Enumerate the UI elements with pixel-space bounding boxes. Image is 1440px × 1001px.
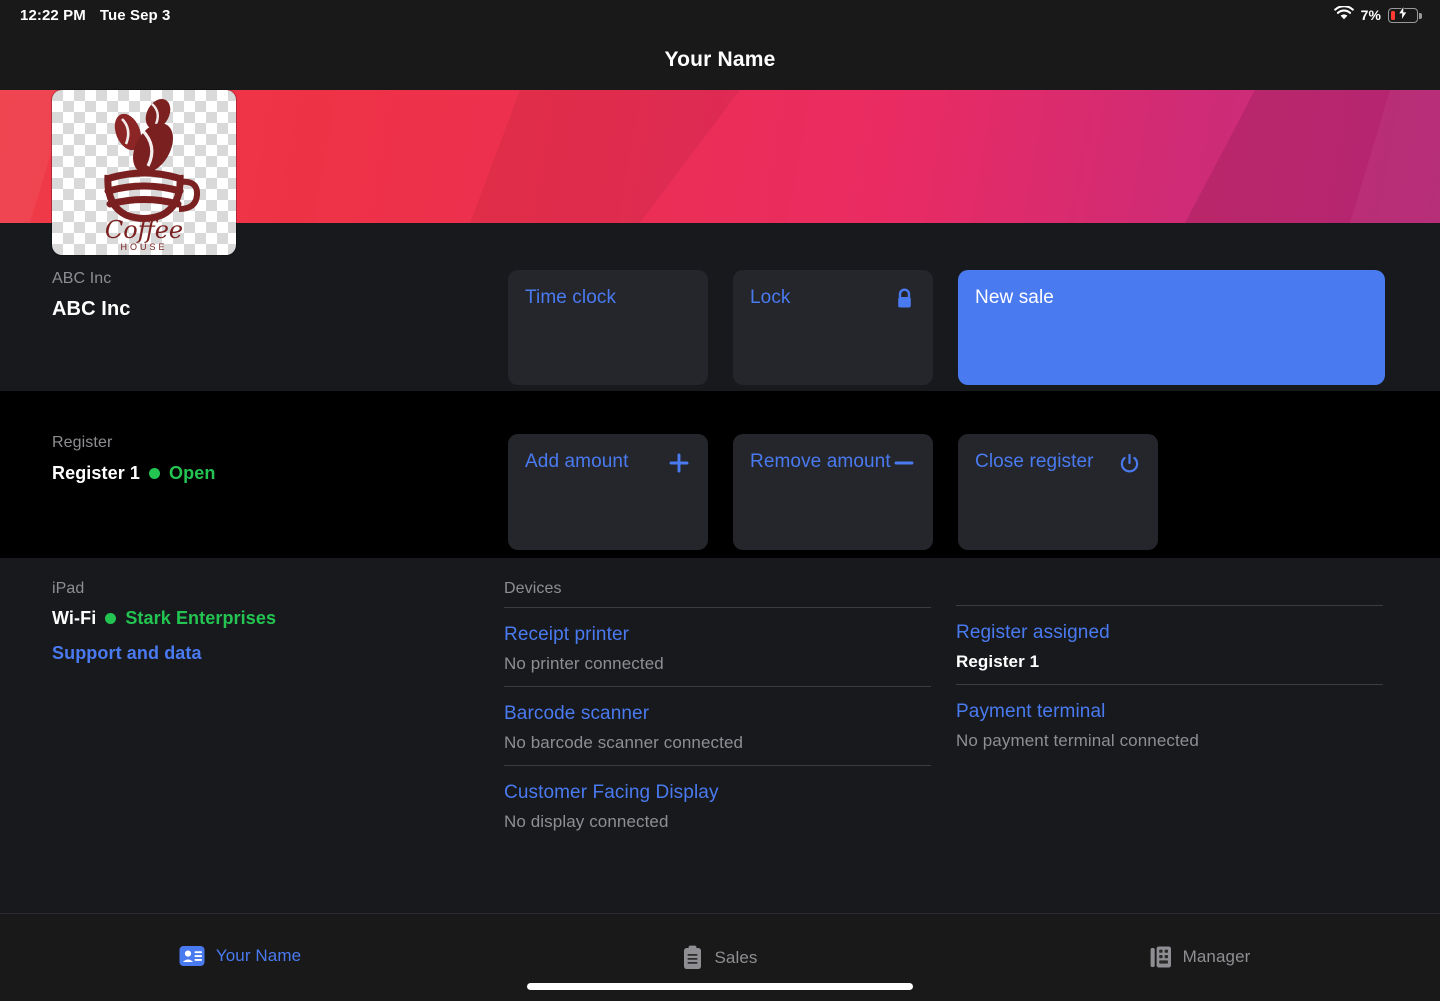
user-actions: Time clock Lock New sale [508, 270, 1385, 385]
register-label: Register [52, 434, 113, 451]
tab-manager[interactable]: Manager [960, 914, 1440, 969]
device-row-register-assigned[interactable]: Register assigned Register 1 [956, 606, 1383, 684]
banner-area: Coffee HOUSE [0, 90, 1440, 255]
receipt-printer-status: No printer connected [504, 654, 664, 673]
register-status: Open [169, 463, 216, 483]
wifi-network-name: Stark Enterprises [125, 608, 277, 628]
customer-facing-display-title: Customer Facing Display [504, 782, 719, 803]
page-title: Your Name [664, 48, 776, 71]
plus-icon [667, 451, 691, 475]
wifi-label: Wi-Fi [52, 608, 97, 628]
minus-icon [892, 451, 916, 475]
lock-button[interactable]: Lock [733, 270, 933, 385]
devices-header: Devices [504, 580, 562, 597]
status-bar-right: 7% [1333, 3, 1422, 25]
add-amount-button[interactable]: Add amount [508, 434, 708, 550]
register-assigned-value: Register 1 [956, 652, 1040, 671]
ipad-info-column: iPad Wi-Fi Stark Enterprises Support and… [52, 580, 479, 844]
device-row-payment-terminal[interactable]: Payment terminal No payment terminal con… [956, 685, 1383, 763]
status-time: 12:22 PM [20, 6, 86, 24]
business-logo: Coffee HOUSE [52, 90, 236, 255]
register-assigned-title: Register assigned [956, 622, 1110, 643]
payment-terminal-title: Payment terminal [956, 701, 1106, 722]
support-and-data-link[interactable]: Support and data [52, 643, 479, 664]
device-row-barcode-scanner[interactable]: Barcode scanner No barcode scanner conne… [504, 687, 931, 765]
time-clock-label: Time clock [525, 287, 617, 308]
customer-facing-display-status: No display connected [504, 812, 669, 831]
app-screen: 12:22 PM Tue Sep 3 7% Your Name Coffee H… [0, 0, 1440, 1001]
coffee-house-logo-icon: Coffee HOUSE [104, 98, 201, 252]
wifi-status-row: Wi-Fi Stark Enterprises [52, 608, 479, 629]
tab-sales-label: Sales [714, 947, 758, 967]
close-register-button[interactable]: Close register [958, 434, 1158, 550]
remove-amount-button[interactable]: Remove amount [733, 434, 933, 550]
status-bar-left: 12:22 PM Tue Sep 3 [20, 7, 171, 24]
tab-manager-label: Manager [1182, 947, 1251, 966]
close-register-label: Close register [975, 451, 1094, 472]
receipt-printer-title: Receipt printer [504, 624, 630, 645]
new-sale-button[interactable]: New sale [958, 270, 1385, 385]
user-info: ABC Inc ABC Inc [52, 270, 508, 385]
register-name: Register 1 [52, 463, 141, 483]
register-actions: Add amount Remove amount Close register [508, 434, 1158, 550]
tab-your-name[interactable]: Your Name [0, 914, 480, 967]
lock-icon [892, 287, 916, 311]
business-label: ABC Inc [52, 270, 112, 287]
business-name: ABC Inc [52, 298, 131, 320]
device-row-customer-facing-display[interactable]: Customer Facing Display No display conne… [504, 766, 931, 844]
time-clock-button[interactable]: Time clock [508, 270, 708, 385]
lock-label: Lock [750, 287, 791, 308]
register-status-dot [149, 468, 161, 479]
wifi-icon [1333, 4, 1354, 25]
payment-terminal-status: No payment terminal connected [956, 731, 1199, 750]
home-indicator[interactable] [527, 983, 913, 990]
tab-sales[interactable]: Sales [480, 914, 960, 970]
remove-amount-label: Remove amount [750, 451, 891, 472]
navigation-bar: Your Name [0, 30, 1440, 90]
ipad-label: iPad [52, 580, 85, 597]
add-amount-label: Add amount [525, 451, 629, 472]
battery-percent: 7% [1360, 7, 1381, 23]
register-section: Register Register 1 Open Add amount Remo… [0, 391, 1440, 558]
svg-text:Coffee: Coffee [105, 216, 183, 244]
register-info: Register Register 1 Open [52, 434, 508, 550]
battery-charging-icon [1388, 3, 1422, 23]
tab-your-name-label: Your Name [215, 946, 302, 965]
register-value-row: Register 1 Open [52, 463, 508, 484]
new-sale-label: New sale [975, 287, 1054, 308]
column-header-spacer [956, 580, 1383, 605]
barcode-scanner-status: No barcode scanner connected [504, 733, 744, 752]
power-icon [1117, 451, 1141, 475]
devices-section: iPad Wi-Fi Stark Enterprises Support and… [0, 558, 1440, 913]
devices-columns: iPad Wi-Fi Stark Enterprises Support and… [0, 558, 1440, 844]
device-row-receipt-printer[interactable]: Receipt printer No printer connected [504, 608, 931, 686]
contact-card-icon [179, 945, 205, 967]
building-icon [1150, 945, 1172, 969]
tab-bar: Your Name Sales Manager [0, 913, 1440, 1001]
wifi-status-dot [105, 613, 117, 624]
barcode-scanner-title: Barcode scanner [504, 703, 650, 724]
status-bar: 12:22 PM Tue Sep 3 7% [0, 0, 1440, 30]
clipboard-icon [682, 945, 703, 970]
svg-text:HOUSE: HOUSE [120, 242, 167, 252]
devices-right-column: Register assigned Register 1 Payment ter… [956, 580, 1383, 844]
register-row: Register Register 1 Open Add amount Remo… [0, 391, 1440, 550]
status-date: Tue Sep 3 [99, 6, 171, 24]
devices-left-column: Devices Receipt printer No printer conne… [504, 580, 931, 844]
